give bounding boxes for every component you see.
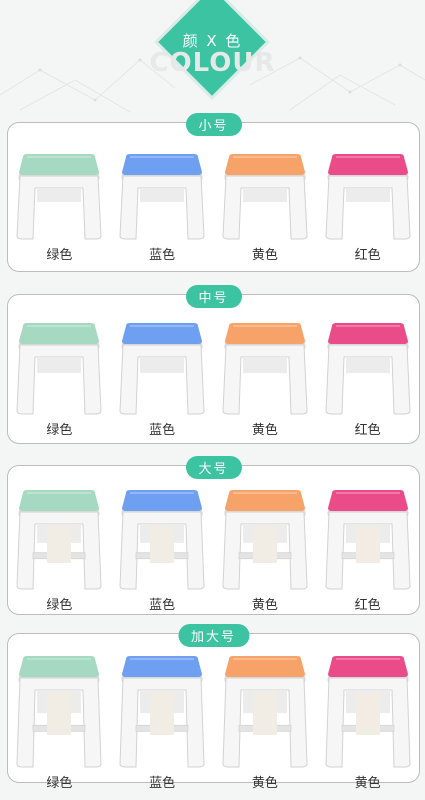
color-label: 蓝色 [149,423,176,438]
stool-item[interactable]: 蓝色 [112,656,212,791]
stool-image [9,323,109,415]
stool-item[interactable]: 蓝色 [112,323,212,438]
stool-image [318,323,418,415]
color-label: 黄色 [354,776,381,791]
stool-item[interactable]: 黄色 [318,656,418,791]
stool-item[interactable]: 绿色 [9,656,109,791]
stool-item[interactable]: 黄色 [215,323,315,438]
section-small: 小号绿色 蓝色 黄色 红色 [7,113,420,272]
color-label: 红色 [354,598,381,613]
stool-image [112,154,212,240]
stool-item[interactable]: 红色 [318,490,418,613]
stool-image [215,656,315,768]
header-title-en: COLOUR [149,48,276,78]
stool-image [9,490,109,590]
size-label-xlarge: 加大号 [177,624,250,647]
stool-item[interactable]: 蓝色 [112,154,212,263]
stool-item[interactable]: 红色 [318,323,418,438]
stool-image [215,490,315,590]
stool-image [318,490,418,590]
color-label: 绿色 [46,598,73,613]
section-large: 大号绿色 蓝色 黄色 红色 [7,456,420,615]
stool-item[interactable]: 绿色 [9,323,109,438]
colour-header: 颜 X 色 COLOUR [0,0,425,115]
color-label: 绿色 [46,423,73,438]
stool-image [112,323,212,415]
stool-image [215,323,315,415]
stool-image [112,490,212,590]
stool-item[interactable]: 黄色 [215,490,315,613]
stool-item[interactable]: 红色 [318,154,418,263]
size-label-medium: 中号 [185,285,242,308]
stool-image [318,656,418,768]
stool-item[interactable]: 绿色 [9,490,109,613]
color-label: 黄色 [251,423,278,438]
size-label-large: 大号 [185,456,242,479]
color-label: 绿色 [46,776,73,791]
stool-row: 绿色 蓝色 黄色 黄色 [8,656,419,791]
color-label: 蓝色 [149,248,176,263]
color-label: 黄色 [251,598,278,613]
color-label: 红色 [354,248,381,263]
color-label: 黄色 [251,776,278,791]
color-label: 绿色 [46,248,73,263]
stool-item[interactable]: 蓝色 [112,490,212,613]
stool-image [318,154,418,240]
section-medium: 中号绿色 蓝色 黄色 红色 [7,285,420,444]
stool-image [112,656,212,768]
stool-item[interactable]: 黄色 [215,154,315,263]
stool-image [215,154,315,240]
stool-item[interactable]: 绿色 [9,154,109,263]
color-label: 蓝色 [149,598,176,613]
size-label-small: 小号 [185,113,242,136]
stool-row: 绿色 蓝色 黄色 红色 [8,154,419,263]
color-label: 红色 [354,423,381,438]
color-label: 黄色 [251,248,278,263]
stool-image [9,154,109,240]
stool-item[interactable]: 黄色 [215,656,315,791]
stool-image [9,656,109,768]
stool-row: 绿色 蓝色 黄色 红色 [8,490,419,613]
stool-row: 绿色 蓝色 黄色 红色 [8,323,419,438]
section-xlarge: 加大号绿色 蓝色 黄色 黄色 [7,624,420,791]
color-label: 蓝色 [149,776,176,791]
